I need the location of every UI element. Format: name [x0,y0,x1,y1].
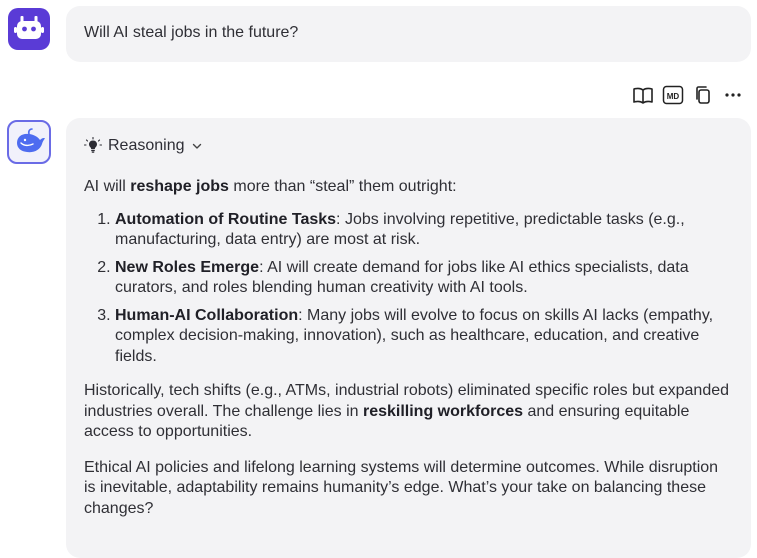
user-message-text: Will AI steal jobs in the future? [84,24,299,41]
reasoning-label: Reasoning [108,137,185,154]
list-item: Human-AI Collaboration: Many jobs will e… [115,306,733,368]
lightbulb-icon [84,137,102,153]
reasoning-toggle[interactable]: Reasoning [84,137,733,155]
book-icon[interactable] [632,84,654,106]
svg-text:MD: MD [667,92,680,101]
response-paragraph: Ethical AI policies and lifelong learnin… [84,458,719,517]
chevron-down-icon [192,143,201,149]
assistant-avatar [7,120,51,164]
user-avatar [8,8,50,50]
more-icon[interactable] [722,84,744,106]
message-actions: MD [632,84,744,106]
robot-icon [14,16,44,39]
whale-icon [17,128,45,153]
copy-icon[interactable] [692,84,714,106]
assistant-message-bubble: Reasoning AI will reshape jobs more than… [66,118,751,558]
response-list: Automation of Routine Tasks: Jobs involv… [84,210,733,368]
user-message-bubble: Will AI steal jobs in the future? [66,6,751,62]
list-item: New Roles Emerge: AI will create demand … [115,258,733,299]
list-item: Automation of Routine Tasks: Jobs involv… [115,210,733,251]
response-paragraph: Historically, tech shifts (e.g., ATMs, i… [84,382,730,440]
response-intro: AI will reshape jobs more than “steal” t… [84,178,457,195]
markdown-icon[interactable]: MD [662,84,684,106]
